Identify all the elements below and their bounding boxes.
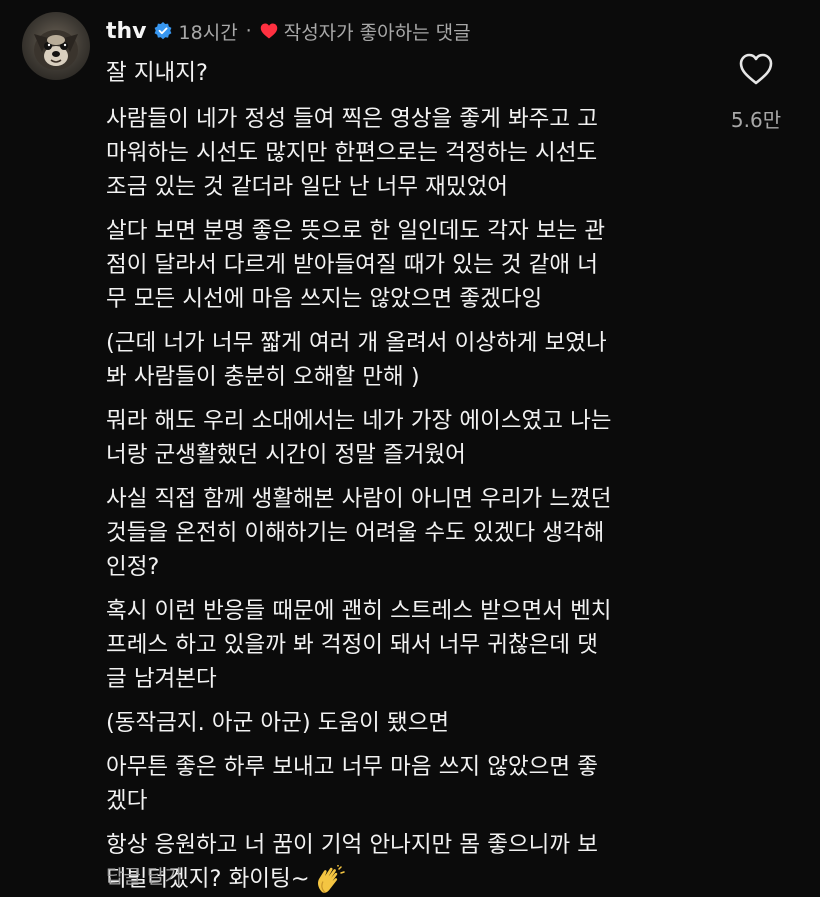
heart-outline-icon[interactable] [738, 52, 774, 86]
comment-time: 18시간 [178, 21, 238, 44]
comment-paragraph: (동작금지. 아군 아군) 도움이 됐으면 [106, 710, 450, 736]
comment-paragraph: 아무튼 좋은 하루 보내고 너무 마음 쓰지 않았으면 좋 겠다 [106, 754, 598, 814]
comment-paragraph: 사람들이 네가 정성 들여 찍은 영상을 좋게 봐주고 고 마워하는 시선도 많… [106, 106, 598, 200]
comment-paragraph: 잘 지내지? [106, 60, 208, 86]
heart-filled-icon [260, 22, 278, 40]
comment-paragraph: 혹시 이런 반응들 때문에 괜히 스트레스 받으면서 벤치 프레스 하고 있을까… [106, 598, 612, 692]
clapping-hands-icon [314, 864, 346, 895]
reply-button[interactable]: 답글 달기 [106, 862, 182, 889]
comment-last-paragraph: 항상 응원하고 너 꿈이 기억 안나지만 몸 좋으니까 보 디빌더겠지? 화이팅… [106, 828, 726, 896]
like-count: 5.6만 [730, 108, 782, 132]
comment-header: thv 18시간 · 작성자가 좋아하는 댓글 [106, 14, 471, 48]
comment-paragraph: (근데 너가 너무 짧게 여러 개 올려서 이상하게 보였나 봐 사람들이 충분… [106, 330, 607, 390]
comment-paragraph: 뭐라 해도 우리 소대에서는 네가 가장 에이스였고 나는 너랑 군생활했던 시… [106, 408, 612, 468]
comment-paragraph: 살다 보면 분명 좋은 뜻으로 한 일인데도 각자 보는 관 점이 달라서 다르… [106, 218, 606, 312]
liked-by-creator-label: 작성자가 좋아하는 댓글 [283, 21, 471, 44]
avatar[interactable] [22, 12, 90, 80]
avatar-dog-icon [34, 30, 78, 70]
verified-badge-icon [153, 21, 173, 41]
username[interactable]: thv [106, 19, 147, 44]
like-column: 5.6만 [716, 52, 796, 133]
comment-paragraph: 사실 직접 함께 생활해본 사람이 아니면 우리가 느꼈던 것들을 온전히 이해… [106, 486, 612, 580]
separator-dot: · [245, 20, 252, 42]
comment-card: thv 18시간 · 작성자가 좋아하는 댓글 잘 지내지? 사람들이 네가 정… [0, 0, 820, 897]
comment-body: 잘 지내지? 사람들이 네가 정성 들여 찍은 영상을 좋게 봐주고 고 마워하… [106, 56, 726, 897]
